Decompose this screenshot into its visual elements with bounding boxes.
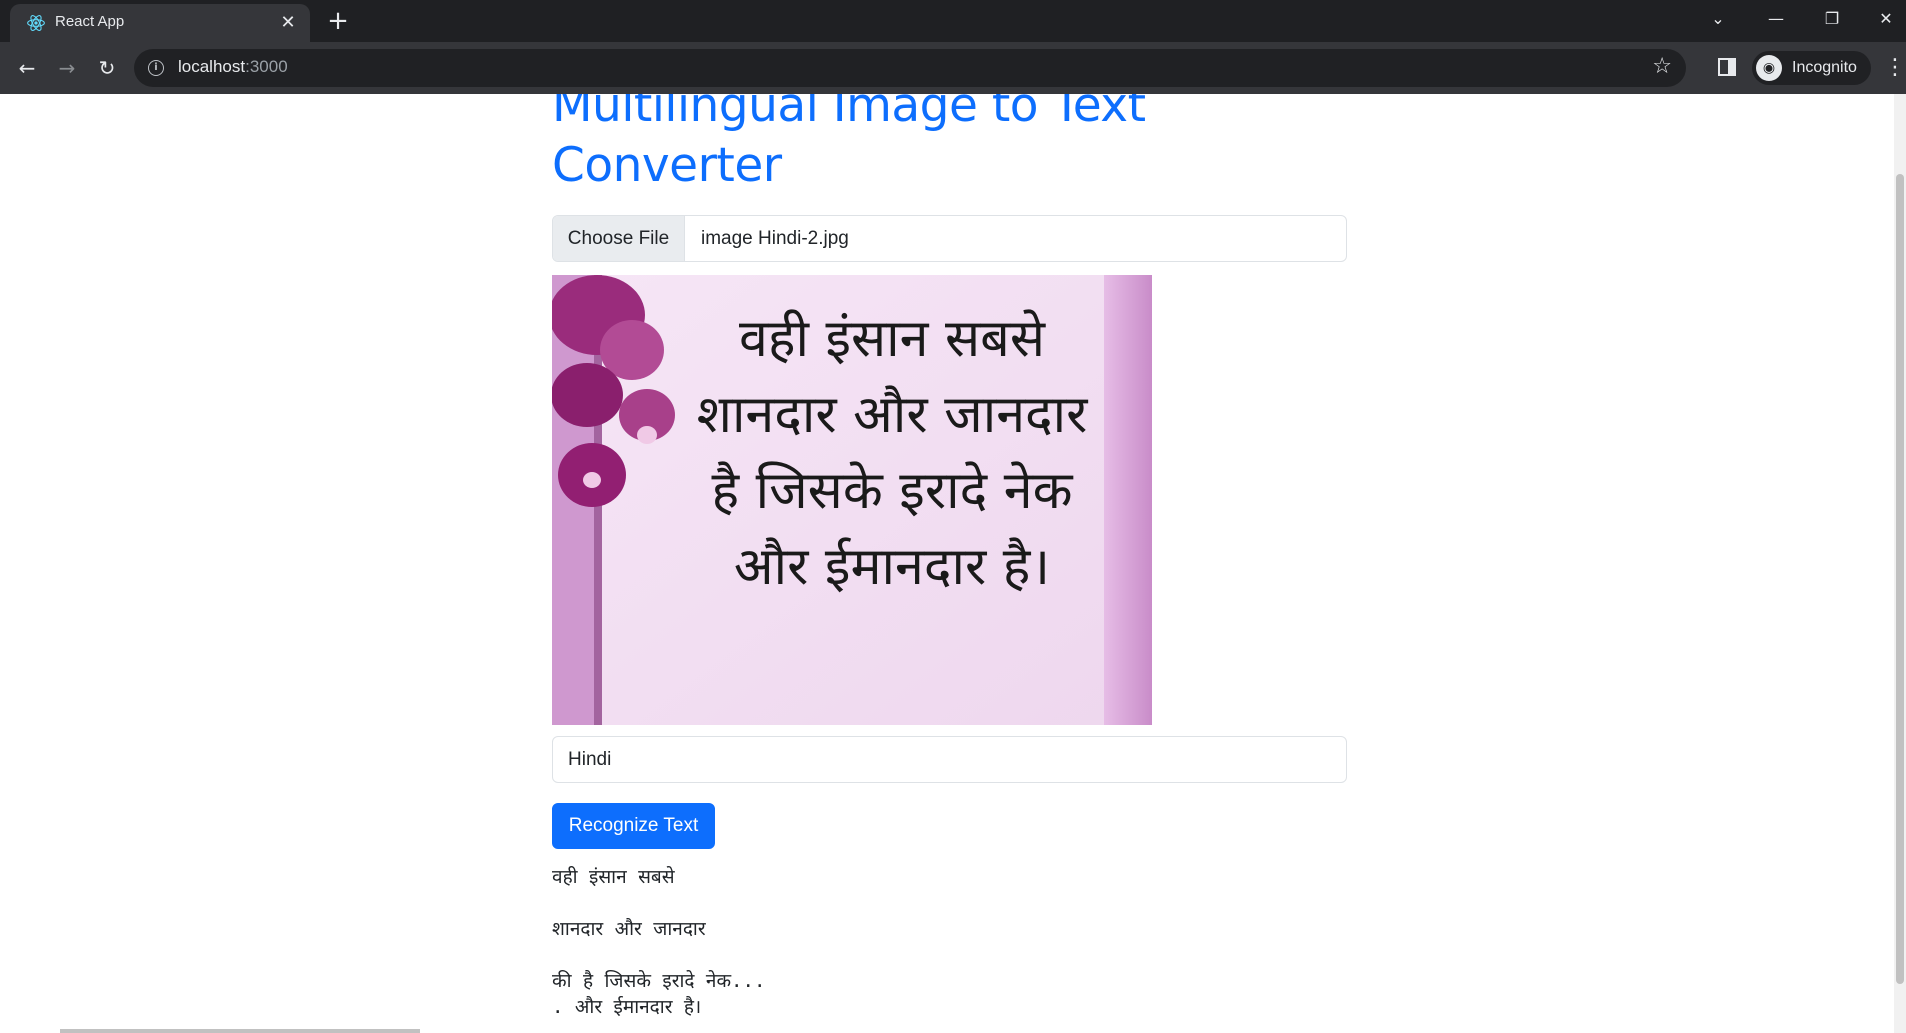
page-title: Multilingual Image to Text Converter (552, 94, 1146, 193)
selected-file-name: image Hindi-2.jpg (701, 228, 849, 249)
recognized-text-output: वही इंसान सबसे शानदार और जानदार की है जि… (552, 864, 1347, 1020)
incognito-label: Incognito (1792, 59, 1857, 76)
more-menu-icon[interactable]: ⋮ (1884, 54, 1906, 82)
page-viewport: Multilingual Image to Text Converter Cho… (0, 94, 1906, 1033)
vertical-scrollbar[interactable] (1894, 94, 1906, 1033)
react-icon (27, 15, 45, 31)
scrollbar-thumb[interactable] (1896, 174, 1904, 984)
tab-react-app[interactable]: React App ✕ (10, 4, 310, 42)
restore-button[interactable]: ❐ (1806, 0, 1858, 38)
tab-title: React App (55, 13, 125, 30)
address-bar[interactable]: i localhost:3000 ☆ (134, 49, 1686, 87)
horizontal-scrollbar-thumb[interactable] (60, 1029, 420, 1033)
app-container: Multilingual Image to Text Converter Cho… (552, 94, 1348, 1018)
language-input[interactable]: Hindi (552, 736, 1347, 783)
image-preview: वही इंसान सबसे शानदार और जानदार है जिसके… (552, 275, 1152, 725)
incognito-icon: ◉ (1756, 55, 1782, 81)
site-info-icon[interactable]: i (148, 60, 164, 76)
tab-strip: React App ✕ + ⌄ — ❐ ✕ (0, 0, 1906, 42)
recognize-text-button[interactable]: Recognize Text (552, 803, 715, 849)
close-tab-icon[interactable]: ✕ (276, 11, 300, 35)
url-text: localhost:3000 (178, 57, 288, 76)
back-button[interactable]: ← (11, 52, 43, 84)
new-tab-button[interactable]: + (324, 8, 352, 36)
forward-button[interactable]: → (51, 52, 83, 84)
tab-search-icon[interactable]: ⌄ (1692, 0, 1744, 38)
result-line: की है जिसके इरादे नेक... (552, 970, 766, 992)
result-line: शानदार और जानदार (552, 918, 706, 940)
incognito-profile-button[interactable]: ◉ Incognito (1752, 51, 1871, 85)
reload-button[interactable]: ↻ (91, 52, 123, 84)
browser-toolbar: ← → ↻ i localhost:3000 ☆ ◉ Incognito ⋮ (0, 42, 1906, 94)
result-line: . और ईमानदार है। (552, 996, 702, 1018)
bookmark-star-icon[interactable]: ☆ (1652, 55, 1672, 79)
preview-quote-text: वही इंसान सबसे शानदार और जानदार है जिसके… (696, 309, 1088, 597)
close-window-button[interactable]: ✕ (1860, 0, 1906, 38)
result-line: वही इंसान सबसे (552, 866, 675, 888)
minimize-button[interactable]: — (1750, 0, 1802, 38)
side-panel-icon[interactable] (1718, 58, 1736, 76)
choose-file-button[interactable]: Choose File (553, 216, 685, 261)
file-input[interactable]: Choose File image Hindi-2.jpg (552, 215, 1347, 262)
